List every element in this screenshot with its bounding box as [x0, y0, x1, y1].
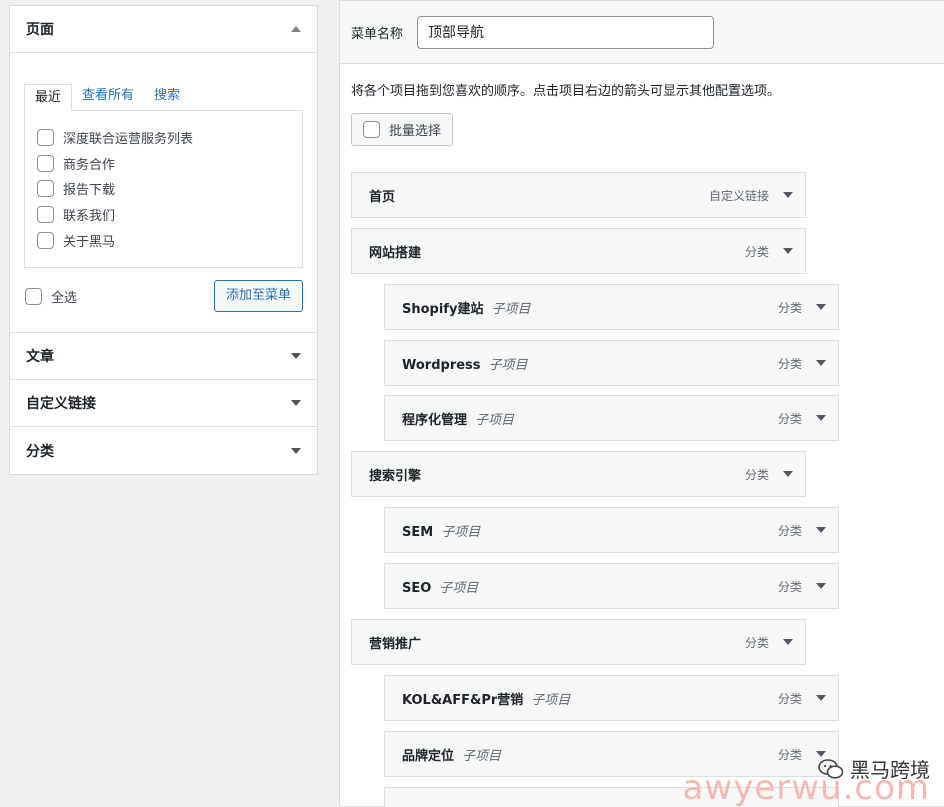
menu-item-type: 分类	[744, 467, 769, 482]
menu-item-type: 分类	[777, 691, 802, 706]
custom-links-section-title: 自定义链接	[26, 396, 96, 412]
expand-arrow-icon[interactable]	[816, 583, 826, 589]
menu-item[interactable]: 搜索引擎 分类	[351, 451, 806, 497]
bulk-select-label: 批量选择	[389, 124, 442, 139]
expand-arrow-icon[interactable]	[783, 639, 793, 645]
menu-item-type: 分类	[777, 356, 802, 371]
list-item[interactable]: 深度联合运营服务列表	[37, 125, 290, 151]
page-label: 联系我们	[63, 209, 116, 225]
menu-item-type: 分类	[777, 300, 802, 315]
list-item[interactable]: 商务合作	[37, 151, 290, 177]
menu-item-title: SEO	[402, 580, 432, 596]
expand-arrow-icon[interactable]	[816, 360, 826, 366]
expand-arrow-icon[interactable]	[816, 527, 826, 533]
expand-arrow-icon[interactable]	[783, 248, 793, 254]
menu-item-title: 程序化管理	[402, 412, 468, 428]
menu-item[interactable]: Wordpress 子项目 分类	[384, 340, 839, 386]
list-item[interactable]: 联系我们	[37, 202, 290, 228]
page-checkbox[interactable]	[37, 206, 54, 224]
pages-tabs: 最近 查看所有 搜索	[24, 83, 303, 111]
menu-item[interactable]: 首页 自定义链接	[351, 172, 806, 218]
drag-instructions: 将各个项目拖到您喜欢的顺序。点击项目右边的箭头可显示其他配置选项。	[351, 84, 781, 99]
menu-item-type: 分类	[777, 523, 802, 538]
list-item[interactable]: 报告下载	[37, 176, 290, 202]
page-checkbox[interactable]	[37, 231, 54, 249]
watermark-domain: awyerwu.com	[682, 768, 930, 807]
pages-list: 深度联合运营服务列表 商务合作 报告下载 联系我们 关于黑马	[24, 110, 303, 268]
watermark: 黑马跨境 awyerwu.com	[682, 754, 930, 807]
list-item[interactable]: 关于黑马	[37, 227, 290, 253]
menu-item-title: SEM	[402, 524, 434, 540]
add-menu-items-panel: 页面 最近 查看所有 搜索 深度联合运营服务列表 商务合作 报告下载 联系我们	[9, 5, 318, 475]
menu-name-input[interactable]	[417, 15, 715, 49]
page-label: 关于黑马	[63, 234, 116, 250]
menu-item-title: KOL&AFF&Pr营销	[402, 692, 524, 708]
pages-section-title: 页面	[26, 22, 54, 38]
menu-item-type: 分类	[777, 411, 802, 426]
expand-arrow-icon[interactable]	[291, 447, 301, 454]
expand-arrow-icon[interactable]	[291, 400, 301, 406]
page-checkbox[interactable]	[37, 154, 54, 172]
sub-item-label: 子项目	[491, 301, 531, 317]
menu-item-title: 搜索引擎	[369, 468, 422, 484]
menu-item[interactable]: KOL&AFF&Pr营销 子项目 分类	[384, 675, 839, 721]
menu-item[interactable]: SEM 子项目 分类	[384, 507, 839, 553]
page-label: 商务合作	[63, 157, 116, 173]
pages-section-body: 最近 查看所有 搜索 深度联合运营服务列表 商务合作 报告下载 联系我们 关于黑…	[10, 53, 317, 333]
tab-view-all[interactable]: 查看所有	[72, 83, 144, 110]
sub-item-label: 子项目	[475, 412, 515, 428]
menu-item-title: 营销推广	[369, 636, 422, 652]
sub-item-label: 子项目	[441, 524, 481, 540]
page-checkbox[interactable]	[37, 180, 54, 198]
sub-item-label: 子项目	[439, 580, 479, 596]
pages-section-header[interactable]: 页面	[10, 6, 317, 53]
expand-arrow-icon[interactable]	[291, 353, 301, 359]
page-label: 深度联合运营服务列表	[63, 132, 194, 148]
menu-item[interactable]: Shopify建站 子项目 分类	[384, 284, 839, 330]
menu-item-type: 自定义链接	[708, 188, 769, 203]
sub-item-label: 子项目	[488, 357, 528, 373]
menu-item-title: 首页	[369, 189, 396, 205]
menu-item[interactable]: 网站搭建 分类	[351, 228, 806, 274]
expand-arrow-icon[interactable]	[783, 471, 793, 477]
menu-item-type: 分类	[777, 579, 802, 594]
bulk-select-button[interactable]: 批量选择	[351, 113, 454, 146]
bulk-select-checkbox[interactable]	[363, 121, 380, 138]
menu-item-type: 分类	[744, 635, 769, 650]
expand-arrow-icon[interactable]	[816, 415, 826, 421]
menu-item[interactable]: 营销推广 分类	[351, 619, 806, 665]
expand-arrow-icon[interactable]	[783, 192, 793, 198]
menu-item[interactable]: SEO 子项目 分类	[384, 563, 839, 609]
sub-item-label: 子项目	[462, 748, 502, 764]
menu-item-title: 网站搭建	[369, 245, 422, 261]
page-checkbox[interactable]	[37, 129, 54, 147]
menu-header: 菜单名称	[340, 1, 944, 64]
page-label: 报告下载	[63, 183, 116, 199]
menu-item-type: 分类	[744, 244, 769, 259]
select-all[interactable]: 全选	[24, 287, 77, 306]
categories-section-title: 分类	[26, 443, 54, 460]
menu-item-title: Wordpress	[402, 357, 481, 373]
posts-section-title: 文章	[26, 349, 54, 365]
select-all-label: 全选	[51, 290, 78, 306]
select-all-checkbox[interactable]	[25, 287, 42, 305]
tab-search[interactable]: 搜索	[144, 83, 190, 110]
custom-links-section-header[interactable]: 自定义链接	[10, 380, 317, 427]
sub-item-label: 子项目	[531, 692, 571, 708]
menu-structure-panel: 菜单名称 将各个项目拖到您喜欢的顺序。点击项目右边的箭头可显示其他配置选项。 批…	[339, 0, 944, 807]
menu-name-label: 菜单名称	[351, 26, 404, 42]
collapse-arrow-icon[interactable]	[291, 26, 301, 32]
pages-actions: 全选 添加至菜单	[24, 280, 303, 312]
categories-section-header[interactable]: 分类	[10, 427, 317, 474]
menu-item[interactable]: 程序化管理 子项目 分类	[384, 395, 839, 441]
add-to-menu-button[interactable]: 添加至菜单	[213, 280, 303, 312]
posts-section-header[interactable]: 文章	[10, 333, 317, 380]
menu-item-title: 品牌定位	[402, 748, 455, 764]
tab-recent[interactable]: 最近	[24, 84, 73, 111]
menu-item-title: Shopify建站	[402, 301, 484, 317]
expand-arrow-icon[interactable]	[816, 304, 826, 310]
expand-arrow-icon[interactable]	[816, 695, 826, 701]
